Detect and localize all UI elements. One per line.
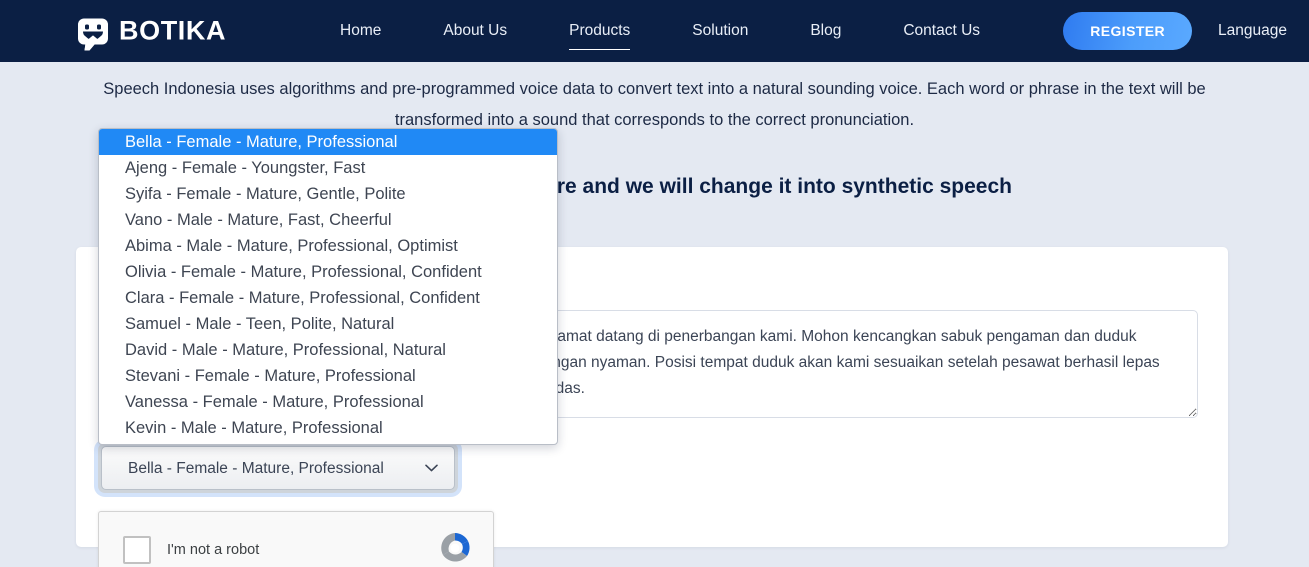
dropdown-option[interactable]: Bella - Female - Mature, Professional [99,129,557,155]
nav-link-about-us[interactable]: About Us [443,22,507,40]
register-button[interactable]: REGISTER [1063,12,1193,50]
dropdown-option[interactable]: Clara - Female - Mature, Professional, C… [99,285,557,311]
language-selector[interactable]: Language [1218,22,1287,40]
nav-links: Home About Us Products Solution Blog Con… [340,0,980,62]
recaptcha-widget[interactable]: I'm not a robot [98,511,494,567]
voice-dropdown-list[interactable]: Bella - Female - Mature, Professional Aje… [98,128,558,445]
recaptcha-arrows-icon [435,528,475,567]
dropdown-option[interactable]: Samuel - Male - Teen, Polite, Natural [99,311,557,337]
textarea-wrapper [518,310,1198,423]
dropdown-option[interactable]: Abima - Male - Mature, Professional, Opt… [99,233,557,259]
dropdown-option[interactable]: Ajeng - Female - Youngster, Fast [99,155,557,181]
brand-logo[interactable]: BOTIKA [78,16,226,47]
dropdown-option[interactable]: Kevin - Male - Mature, Professional [99,415,557,441]
nav-link-solution[interactable]: Solution [692,22,748,40]
dropdown-option[interactable]: Olivia - Female - Mature, Professional, … [99,259,557,285]
brand-name: BOTIKA [119,15,227,46]
intro-paragraph: Speech Indonesia uses algorithms and pre… [103,80,1206,129]
dropdown-option[interactable]: Vano - Male - Mature, Fast, Cheerful [99,207,557,233]
page-root: BOTIKA Home About Us Products Solution B… [0,0,1309,567]
nav-link-products[interactable]: Products [569,22,631,50]
navbar-right-group: REGISTER Language [1063,0,1309,62]
speech-text-input[interactable] [518,310,1198,418]
dropdown-option[interactable]: David - Male - Mature, Professional, Nat… [99,337,557,363]
dropdown-option[interactable]: Vanessa - Female - Mature, Professional [99,389,557,415]
voice-select[interactable]: Bella - Female - Mature, ProfessionalAje… [101,446,455,490]
recaptcha-label: I'm not a robot [167,542,260,558]
nav-link-contact-us[interactable]: Contact Us [903,22,980,40]
botika-bot-face-icon [78,18,108,44]
dropdown-option[interactable]: Stevani - Female - Mature, Professional [99,363,557,389]
voice-select-wrapper: Bella - Female - Mature, ProfessionalAje… [98,443,458,493]
nav-link-home[interactable]: Home [340,22,381,40]
nav-link-blog[interactable]: Blog [810,22,841,40]
dropdown-option[interactable]: Syifa - Female - Mature, Gentle, Polite [99,181,557,207]
recaptcha-checkbox[interactable] [123,536,151,564]
top-navbar: BOTIKA Home About Us Products Solution B… [0,0,1309,62]
